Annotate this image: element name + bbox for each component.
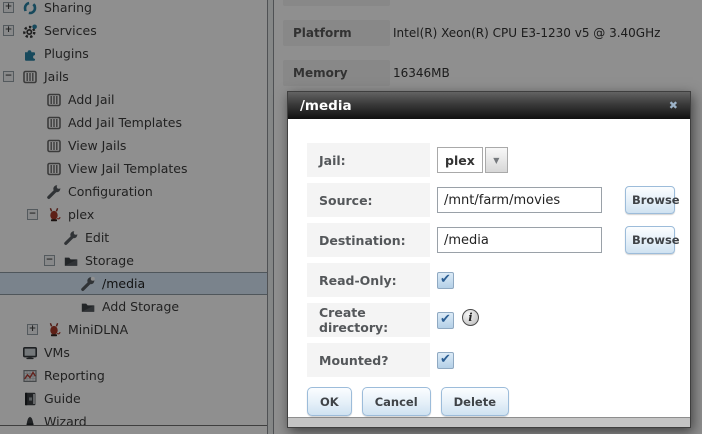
check-icon: ✔: [440, 273, 451, 286]
source-browse-button[interactable]: Browse: [625, 186, 675, 214]
close-icon[interactable]: ✖: [669, 100, 678, 111]
form-row-readonly: Read-Only: ✔: [307, 263, 690, 297]
create-directory-label: Create directory:: [307, 303, 430, 337]
form-row-destination: Destination: Browse: [307, 223, 690, 257]
jail-label: Jail:: [307, 143, 430, 177]
destination-input[interactable]: [437, 227, 602, 253]
form-row-jail: Jail: plex ▼: [307, 143, 690, 177]
check-icon: ✔: [440, 313, 451, 326]
chevron-down-icon[interactable]: ▼: [485, 147, 508, 173]
source-label: Source:: [307, 183, 430, 217]
readonly-checkbox[interactable]: ✔: [437, 272, 454, 289]
ok-button[interactable]: OK: [307, 387, 352, 416]
mounted-checkbox[interactable]: ✔: [437, 352, 454, 369]
destination-label: Destination:: [307, 223, 430, 257]
delete-button[interactable]: Delete: [441, 387, 509, 416]
jail-select-value[interactable]: plex: [437, 147, 483, 173]
destination-browse-button[interactable]: Browse: [625, 226, 675, 254]
create-directory-checkbox[interactable]: ✔: [437, 312, 454, 329]
mounted-label: Mounted?: [307, 343, 430, 377]
dialog-body: Jail: plex ▼ Source: Browse Destination:: [288, 119, 690, 417]
check-icon: ✔: [440, 353, 451, 366]
form-row-create-directory: Create directory: ✔ i: [307, 303, 690, 337]
info-icon[interactable]: i: [462, 309, 479, 326]
dialog-action-bar: OK Cancel Delete: [307, 387, 690, 416]
source-input[interactable]: [437, 187, 602, 213]
media-storage-dialog: /media ✖ Jail: plex ▼ Source: Browse: [287, 91, 691, 428]
form-row-source: Source: Browse: [307, 183, 690, 217]
dialog-title: /media: [300, 98, 352, 114]
dialog-titlebar[interactable]: /media ✖: [288, 92, 690, 119]
jail-select[interactable]: plex ▼: [437, 147, 508, 173]
cancel-button[interactable]: Cancel: [362, 387, 431, 416]
dialog-resize-handle[interactable]: [288, 417, 690, 427]
readonly-label: Read-Only:: [307, 263, 430, 297]
freenas-window: +Sharing+ServicesPlugins−JailsAdd JailAd…: [0, 0, 702, 434]
form-row-mounted: Mounted? ✔: [307, 343, 690, 377]
